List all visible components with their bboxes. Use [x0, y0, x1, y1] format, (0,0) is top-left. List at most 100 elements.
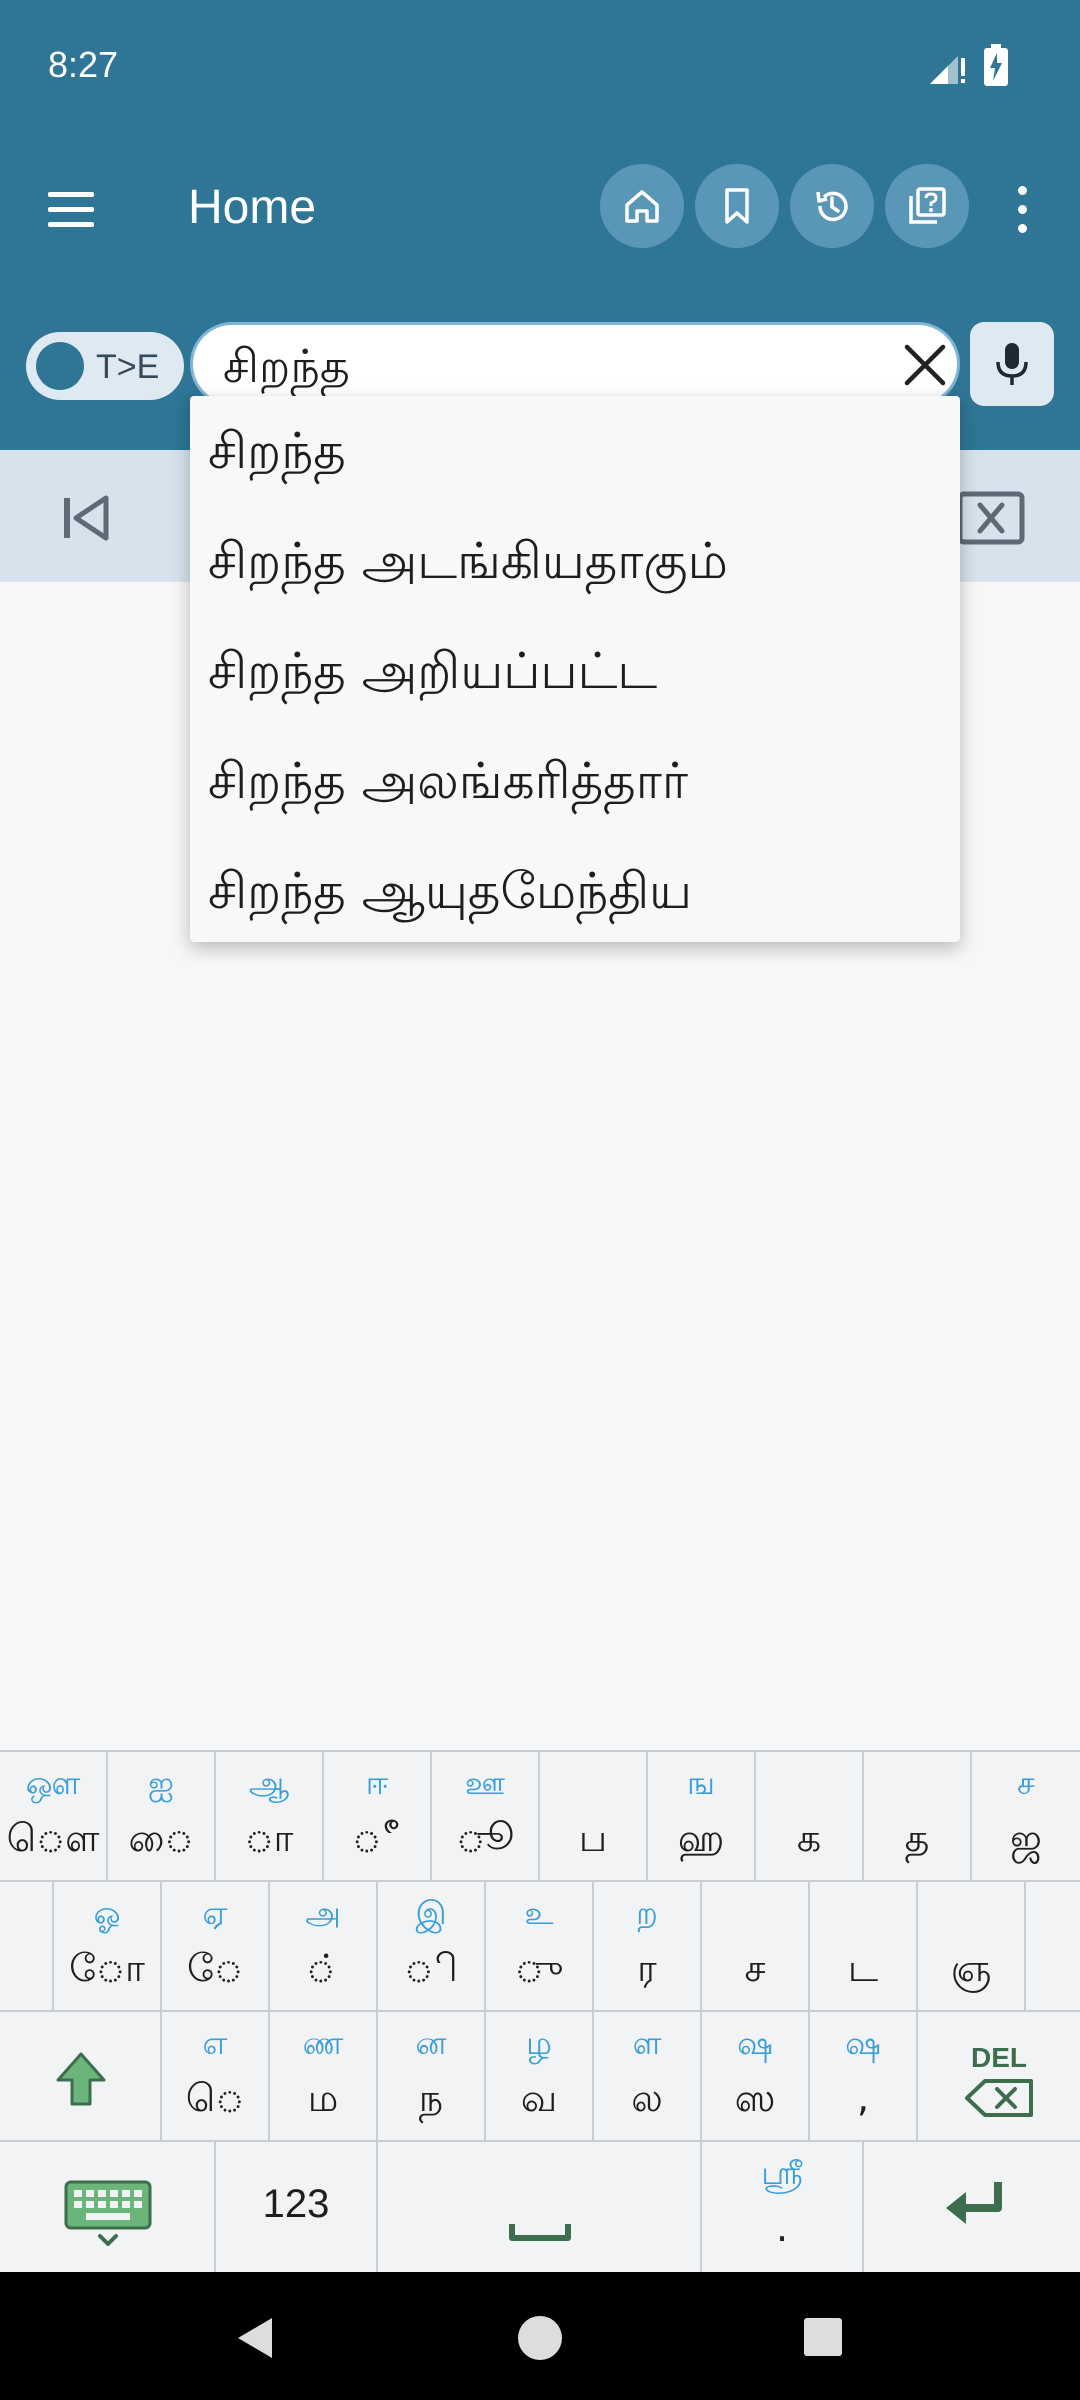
key-alt-label: ஏ [202, 1894, 228, 1932]
signal-icon [930, 56, 965, 84]
key-label: ் [306, 1946, 340, 1990]
shift-arrow-icon [56, 2052, 106, 2106]
bookmark-button[interactable] [695, 164, 779, 248]
key-label: வ [520, 2076, 558, 2120]
skip-to-start-icon[interactable] [56, 490, 116, 546]
space-bar-icon [509, 2224, 571, 2241]
key[interactable]: க [756, 1752, 864, 1882]
keyboard-row-2: ஓோ ஏே அ் இி உு றர ச ட ஞ [0, 1882, 1080, 2012]
shri-key[interactable]: ஸ்ரீ . [702, 2142, 864, 2272]
key-label: ே [187, 1946, 243, 1990]
microphone-icon [996, 343, 1028, 385]
menu-icon[interactable] [44, 188, 100, 232]
key[interactable]: ஔௌ [0, 1752, 108, 1882]
key[interactable]: உு [486, 1882, 594, 2012]
clear-box-icon[interactable] [956, 490, 1026, 546]
key[interactable]: ஓோ [54, 1882, 162, 2012]
key[interactable]: ப [540, 1752, 648, 1882]
key[interactable]: ணம [270, 2012, 378, 2142]
key[interactable]: னந [378, 2012, 486, 2142]
search-input[interactable]: சிறந்த [190, 322, 960, 406]
key[interactable]: ஈீ [324, 1752, 432, 1882]
key-label: த [904, 1816, 930, 1860]
key[interactable]: ஷஸ [702, 2012, 810, 2142]
enter-arrow-icon [946, 2182, 1002, 2224]
back-icon[interactable] [232, 2314, 276, 2362]
page-title: Home [188, 181, 317, 234]
recents-icon[interactable] [802, 2316, 844, 2358]
key-label: . [775, 2206, 789, 2250]
suggestion-list: சிறந்த சிறந்த அடங்கியதாகும் சிறந்த அறியப… [190, 396, 960, 942]
more-options-icon[interactable] [1002, 180, 1042, 240]
search-input-value: சிறந்த [223, 339, 350, 393]
numbers-key[interactable]: 123 [216, 2142, 378, 2272]
key-label: ஸ [734, 2076, 776, 2120]
key[interactable]: இி [378, 1882, 486, 2012]
key[interactable]: ஷ, [810, 2012, 918, 2142]
suggestion-item[interactable]: சிறந்த அடங்கியதாகும் [190, 506, 960, 616]
key-alt-label: ஷ [845, 2024, 881, 2062]
backspace-icon [965, 2079, 1033, 2117]
voice-search-button[interactable] [970, 322, 1054, 406]
key-alt-label: ஓ [93, 1894, 121, 1932]
key-label: ெ [185, 2076, 245, 2120]
key[interactable]: ஊூ [432, 1752, 540, 1882]
key-label: ூ [456, 1816, 514, 1860]
key-alt-label: ஊ [464, 1764, 506, 1802]
suggestion-item[interactable]: சிறந்த [190, 396, 960, 506]
enter-key[interactable] [864, 2142, 1080, 2272]
key[interactable]: ச [702, 1882, 810, 2012]
key-label: ி [404, 1946, 458, 1990]
key-alt-label: ஸ்ரீ [761, 2154, 803, 2192]
key[interactable]: ழவ [486, 2012, 594, 2142]
key[interactable]: ஐை [108, 1752, 216, 1882]
key[interactable]: றர [594, 1882, 702, 2012]
key-label: ு [514, 1946, 564, 1990]
suggestion-item[interactable]: சிறந்த அறியப்பட்ட [190, 616, 960, 726]
key-label: ம [307, 2076, 339, 2120]
key-label: ஞ [950, 1946, 992, 1990]
key-alt-label: ஔ [25, 1764, 81, 1802]
app-bar: Home [0, 130, 1080, 290]
key-label: க [796, 1816, 822, 1860]
home-nav-icon[interactable] [516, 2314, 564, 2362]
key-label: ர [637, 1946, 657, 1990]
key-label: ச [744, 1946, 766, 1990]
key[interactable]: த [864, 1752, 972, 1882]
key-alt-label: ஈ [365, 1764, 389, 1802]
key-label: ஜ [1010, 1816, 1042, 1860]
suggestion-item[interactable]: சிறந்த அலங்கரித்தார் [190, 726, 960, 836]
status-bar: 8:27 [0, 0, 1080, 130]
key-alt-label: ழ [526, 2024, 552, 2062]
key[interactable]: ட [810, 1882, 918, 2012]
key[interactable]: ஙஹ [648, 1752, 756, 1882]
battery-charging-icon [984, 44, 1008, 86]
key-alt-label: எ [202, 2024, 228, 2062]
home-button[interactable] [600, 164, 684, 248]
suggestion-item[interactable]: சிறந்த ஆயுதமேந்திய [190, 836, 960, 946]
key[interactable]: அ் [270, 1882, 378, 2012]
key-label: ந [418, 2076, 444, 2120]
delete-key[interactable]: DEL [918, 2012, 1080, 2142]
key-label: ோ [69, 1946, 145, 1990]
key-alt-label: ங [686, 1764, 716, 1802]
key[interactable]: எெ [162, 2012, 270, 2142]
key-alt-label: ண [302, 2024, 344, 2062]
shift-key[interactable] [0, 2012, 162, 2142]
key[interactable]: ஞ [918, 1882, 1026, 2012]
key[interactable]: ளல [594, 2012, 702, 2142]
key[interactable]: ஆா [216, 1752, 324, 1882]
key-alt-label: ற [636, 1894, 658, 1932]
tamil-keyboard: ஔௌ ஐை ஆா ஈீ ஊூ ப ஙஹ க த சஜ ஓோ ஏே அ் இி உ… [0, 1750, 1080, 2272]
history-button[interactable] [790, 164, 874, 248]
key[interactable]: ஏே [162, 1882, 270, 2012]
quiz-button[interactable] [885, 164, 969, 248]
key[interactable]: சஜ [972, 1752, 1080, 1882]
key-label: ஹ [677, 1816, 725, 1860]
keyboard-switch-key[interactable] [0, 2142, 216, 2272]
keyboard-row-4: 123 ஸ்ரீ . [0, 2142, 1080, 2272]
close-icon[interactable] [899, 339, 951, 391]
space-key[interactable] [378, 2142, 702, 2272]
language-toggle[interactable]: T>E [26, 332, 184, 400]
key-alt-label: ள [632, 2024, 662, 2062]
